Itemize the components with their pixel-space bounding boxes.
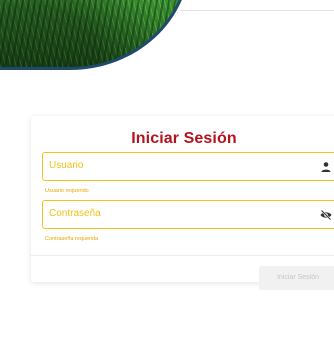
password-field[interactable]: Contraseña xyxy=(42,200,334,229)
login-title: Iniciar Sesión xyxy=(131,130,237,147)
login-submit-button[interactable]: Iniciar Sesión xyxy=(259,266,334,290)
card-divider xyxy=(31,255,334,256)
top-divider xyxy=(180,10,334,11)
username-error: Usuario requerido xyxy=(45,188,89,194)
password-error: Contraseña requerida xyxy=(45,236,99,242)
password-placeholder: Contraseña xyxy=(49,208,101,219)
header-grass-image xyxy=(0,0,190,70)
eye-off-icon[interactable] xyxy=(319,208,333,222)
login-page: Iniciar Sesión Usuario Usuario requerido… xyxy=(0,0,334,358)
username-field[interactable]: Usuario xyxy=(42,152,334,181)
login-card: Iniciar Sesión Usuario Usuario requerido… xyxy=(31,116,334,290)
person-icon xyxy=(319,160,333,174)
username-placeholder: Usuario xyxy=(49,160,84,171)
